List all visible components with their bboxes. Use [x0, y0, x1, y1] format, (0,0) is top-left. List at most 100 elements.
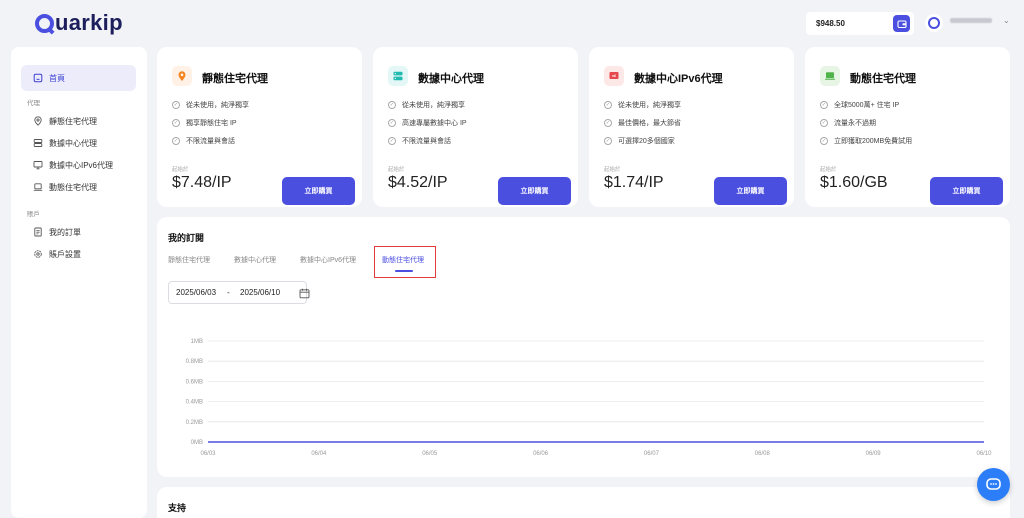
x-tick-label: 06/08	[755, 451, 771, 457]
check-icon: ✓	[388, 101, 396, 109]
x-tick-label: 06/06	[533, 451, 549, 457]
sidebar: 首頁 代理 靜態住宅代理 數據中心代理 數據中心IPv6代理 動態住宅代理 賬戶…	[11, 47, 147, 518]
product-card-static-residential: 靜態住宅代理 ✓ 從未使用，純淨獨享 ✓ 獨享靜態住宅 IP ✓ 不限流量與會話 起始…	[157, 47, 362, 207]
monitor-icon	[33, 160, 43, 170]
feature-item: ✓ 從未使用，純淨獨享	[388, 101, 465, 109]
document-icon	[33, 227, 43, 237]
product-card-datacenter-ipv6: v6 數據中心IPv6代理 ✓ 從未使用，純淨獨享 ✓ 最佳價格，最大節省 ✓ 可選擇…	[589, 47, 794, 207]
price: $1.74/IP	[604, 174, 664, 191]
y-tick-label: 1MB	[191, 339, 203, 345]
feature-item: ✓ 流量永不過期	[820, 119, 876, 127]
server-icon	[33, 138, 43, 148]
y-tick-label: 0MB	[191, 440, 203, 446]
price-from-label: 起始於	[820, 167, 837, 173]
buy-now-button[interactable]: 立即購買	[714, 177, 787, 205]
laptop-icon	[820, 66, 840, 86]
laptop-icon	[33, 182, 43, 192]
check-icon: ✓	[820, 137, 828, 145]
y-tick-label: 0.8MB	[186, 359, 203, 365]
subscriptions-panel: 我的訂閱 靜態住宅代理 數據中心代理 數據中心IPv6代理 動態住宅代理 202…	[157, 217, 1010, 477]
check-icon: ✓	[172, 119, 180, 127]
panel-title: 支持	[168, 503, 187, 513]
price: $1.60/GB	[820, 174, 888, 191]
feature-item: ✓ 高速專屬數據中心 IP	[388, 119, 467, 127]
check-icon: ✓	[388, 137, 396, 145]
feature-item: ✓ 不限流量與會話	[388, 137, 451, 145]
wallet-icon	[896, 19, 907, 28]
x-tick-label: 06/04	[311, 451, 327, 457]
home-icon	[33, 73, 43, 83]
logo-mark	[35, 13, 54, 33]
product-card-datacenter: 數據中心代理 ✓ 從未使用，純淨獨享 ✓ 高速專屬數據中心 IP ✓ 不限流量與會話 …	[373, 47, 578, 207]
feature-item: ✓ 不限流量與會話	[172, 137, 235, 145]
card-title: 靜態住宅代理	[202, 73, 268, 85]
sidebar-item-dynamic-residential[interactable]: 動態住宅代理	[21, 174, 136, 200]
sidebar-item-label: 動態住宅代理	[49, 182, 97, 192]
sidebar-section-account: 賬戶	[27, 211, 40, 218]
usage-chart: 0MB 0.2MB 0.4MB 0.6MB 0.8MB 1MB 06/03 06/04 06/0…	[186, 339, 993, 457]
buy-now-button[interactable]: 立即購買	[282, 177, 355, 205]
y-tick-label: 0.2MB	[186, 420, 203, 426]
check-icon: ✓	[388, 119, 396, 127]
check-icon: ✓	[820, 101, 828, 109]
username-blurred[interactable]	[950, 18, 992, 23]
chat-icon	[986, 478, 1001, 490]
feature-item: ✓ 最佳價格，最大節省	[604, 119, 681, 127]
sidebar-item-label: 數據中心IPv6代理	[49, 160, 114, 170]
avatar-icon[interactable]	[925, 14, 943, 32]
balance-box: $948.50	[806, 12, 914, 35]
gear-icon	[33, 249, 43, 259]
card-title: 動態住宅代理	[850, 73, 916, 85]
x-tick-label: 06/05	[422, 451, 438, 457]
wallet-button[interactable]	[893, 15, 910, 32]
sidebar-item-label: 靜態住宅代理	[49, 116, 97, 126]
logo-text: uarkip	[55, 10, 123, 35]
check-icon: ✓	[172, 101, 180, 109]
price-from-label: 起始於	[604, 167, 621, 173]
x-tick-label: 06/10	[976, 451, 992, 457]
x-tick-label: 06/09	[866, 451, 882, 457]
feature-item: ✓ 從未使用，純淨獨享	[604, 101, 681, 109]
price-from-label: 起始於	[388, 167, 405, 173]
location-pin-icon	[172, 66, 192, 86]
sidebar-item-home[interactable]: 首頁	[21, 65, 136, 91]
x-tick-label: 06/03	[200, 451, 216, 457]
check-icon: ✓	[172, 137, 180, 145]
y-tick-label: 0.4MB	[186, 400, 203, 406]
x-tick-label: 06/07	[644, 451, 660, 457]
check-icon: ✓	[604, 101, 612, 109]
check-icon: ✓	[604, 137, 612, 145]
price-from-label: 起始於	[172, 167, 189, 173]
y-tick-label: 0.6MB	[186, 379, 203, 385]
feature-item: ✓ 全球5000萬+ 住宅 IP	[820, 101, 900, 109]
chevron-down-icon[interactable]: ⌄	[1003, 16, 1010, 25]
price: $4.52/IP	[388, 174, 448, 191]
sidebar-item-label: 首頁	[49, 73, 65, 83]
buy-now-button[interactable]: 立即購買	[930, 177, 1003, 205]
top-bar: uarkip $948.50 ⌄	[0, 0, 1024, 46]
location-pin-icon	[33, 116, 43, 126]
svg-text:v6: v6	[612, 74, 616, 78]
balance-amount: $948.50	[816, 19, 845, 28]
check-icon: ✓	[820, 119, 828, 127]
feature-item: ✓ 從未使用，純淨獨享	[172, 101, 249, 109]
card-title: 數據中心代理	[418, 73, 484, 85]
support-panel: 支持	[157, 487, 1010, 518]
check-icon: ✓	[604, 119, 612, 127]
ipv6-icon: v6	[604, 66, 624, 86]
price: $7.48/IP	[172, 174, 232, 191]
sidebar-section-proxy: 代理	[27, 100, 40, 107]
buy-now-button[interactable]: 立即購買	[498, 177, 571, 205]
sidebar-item-label: 數據中心代理	[49, 138, 97, 148]
product-card-dynamic-residential: 動態住宅代理 ✓ 全球5000萬+ 住宅 IP ✓ 流量永不過期 ✓ 立即獲取200M…	[805, 47, 1010, 207]
sidebar-item-label: 賬戶設置	[49, 249, 81, 259]
chat-button[interactable]	[977, 468, 1010, 501]
feature-item: ✓ 獨享靜態住宅 IP	[172, 119, 237, 127]
feature-item: ✓ 立即獲取200MB免費試用	[820, 137, 913, 145]
sidebar-item-label: 我的訂單	[49, 227, 81, 237]
logo[interactable]: uarkip	[35, 10, 123, 36]
server-icon	[388, 66, 408, 86]
sidebar-item-account-settings[interactable]: 賬戶設置	[21, 241, 136, 267]
card-title: 數據中心IPv6代理	[634, 73, 723, 85]
feature-item: ✓ 可選擇20多個國家	[604, 137, 675, 145]
